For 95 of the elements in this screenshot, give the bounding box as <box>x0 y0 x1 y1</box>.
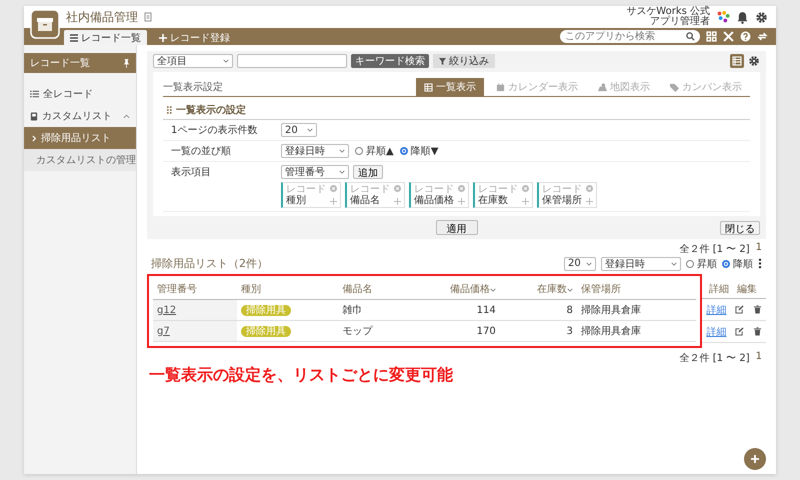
column-header[interactable]: 在庫数 <box>500 279 577 300</box>
caret-icon <box>671 262 677 266</box>
order-radio[interactable]: 降順 <box>722 256 753 270</box>
detail-link[interactable]: 詳細 <box>706 302 726 316</box>
caret-icon <box>307 128 313 132</box>
add-button[interactable]: 追加 <box>353 165 383 179</box>
sort-caret-icon[interactable] <box>490 288 496 292</box>
page-link[interactable]: 1 <box>756 242 762 256</box>
edit-icon[interactable] <box>734 305 744 314</box>
settings-icon[interactable] <box>755 10 768 24</box>
list-view-icon[interactable] <box>730 54 744 68</box>
settings-icon[interactable] <box>748 55 760 67</box>
chevron-icon <box>32 134 37 142</box>
plus-icon <box>750 454 760 464</box>
column-select[interactable]: 管理番号 <box>281 165 349 179</box>
sidebar-item[interactable]: カスタムリストの管理 <box>24 149 136 171</box>
pin-icon[interactable] <box>123 58 130 68</box>
apply-button[interactable]: 適用 <box>436 220 478 235</box>
table-cell: 掃除用具倉庫 <box>580 326 641 337</box>
close-button[interactable]: 閉じる <box>720 220 760 234</box>
keyword-search-button[interactable]: キーワード検索 <box>351 54 429 68</box>
table-cell: 114 <box>476 304 496 316</box>
grip-icon <box>167 106 172 114</box>
record-id-link[interactable]: g12 <box>157 304 176 316</box>
table-cell: 3 <box>566 326 573 336</box>
dots-logo-icon <box>716 10 730 24</box>
order-radio[interactable]: 昇順 <box>686 256 717 270</box>
table-cell: 8 <box>566 304 573 316</box>
add-fab[interactable] <box>744 448 766 470</box>
order-radio[interactable]: 降順▼ <box>400 144 438 158</box>
caret-icon <box>586 262 592 266</box>
per-page-select[interactable]: 20 <box>281 123 317 137</box>
record-id-link[interactable]: g7 <box>157 326 170 336</box>
list-icon <box>70 34 78 42</box>
calendar-icon <box>496 82 505 92</box>
sort-select[interactable]: 登録日時 <box>601 256 681 270</box>
edit-icon[interactable] <box>734 327 744 336</box>
field-label: 表示項目 <box>171 166 212 179</box>
more-icon[interactable] <box>758 258 762 269</box>
column-header: 備品名 <box>338 279 406 300</box>
bell-icon[interactable] <box>736 10 749 24</box>
sort-select[interactable]: 登録日時 <box>281 144 349 158</box>
app-title: 社内備品管理 <box>66 8 138 26</box>
caret-icon <box>339 149 345 153</box>
company-name: サスケWorks 公式 <box>626 7 710 17</box>
field-select[interactable]: 全項目 <box>153 54 233 68</box>
plus-icon <box>159 34 167 42</box>
table-icon <box>424 82 433 92</box>
trash-icon[interactable] <box>752 305 762 314</box>
sidebar-title: レコード一覧 <box>30 57 90 70</box>
annotation-text: 一覧表示の設定を、リストごとに変更可能 <box>148 365 454 386</box>
nav-tab[interactable]: レコード登録 <box>153 30 236 45</box>
record-count: 全２件 [1 〜 2] <box>680 352 750 365</box>
list-icon <box>30 90 39 98</box>
book-icon <box>30 112 38 120</box>
sidebar-item[interactable]: 掃除用品リスト <box>24 127 136 149</box>
filter-icon <box>439 58 446 64</box>
caret-icon <box>339 170 345 174</box>
category-tag: 掃除用具 <box>241 326 292 337</box>
chevron-icon <box>123 114 130 118</box>
record-count: 全２件 [1 〜 2] <box>680 243 750 256</box>
sync-icon[interactable] <box>757 31 768 42</box>
sort-caret-icon[interactable] <box>566 288 573 292</box>
table-cell: 170 <box>476 326 496 336</box>
view-tab[interactable]: 一覧表示 <box>416 78 484 96</box>
column-header: 詳細 <box>709 282 729 296</box>
page-link[interactable]: 1 <box>756 351 762 365</box>
per-page-select[interactable]: 20 <box>564 256 596 270</box>
column-header: 編集 <box>737 282 757 296</box>
table-cell: 掃除用具倉庫 <box>580 305 641 316</box>
table-cell: 雑巾 <box>342 305 363 316</box>
column-header: 保管場所 <box>576 279 696 300</box>
order-radio[interactable]: 昇順▲ <box>355 144 394 158</box>
field-label: 1ページの表示件数 <box>171 124 258 137</box>
section-heading: 一覧表示の設定 <box>163 97 750 120</box>
sidebar-item[interactable]: カスタムリスト <box>24 105 136 127</box>
grid-squares-icon[interactable] <box>706 31 717 42</box>
column-header: 種別 <box>237 279 339 300</box>
category-tag: 掃除用具 <box>241 305 292 316</box>
table-cell: モップ <box>342 326 373 337</box>
keyword-input[interactable] <box>237 54 347 68</box>
document-icon[interactable] <box>144 12 152 22</box>
list-title: 掃除用品リスト（2件） <box>151 256 268 271</box>
settings-title: 一覧表示設定 <box>163 80 223 95</box>
sidebar-item[interactable]: 全レコード <box>24 83 136 105</box>
field-label: 一覧の並び順 <box>171 145 232 158</box>
search-icon <box>686 32 695 41</box>
detail-link[interactable]: 詳細 <box>706 324 726 338</box>
caret-icon <box>223 59 229 63</box>
trash-icon[interactable] <box>752 327 762 336</box>
nav-tab[interactable]: レコード一覧 <box>64 30 147 45</box>
column-header[interactable]: 備品価格 <box>405 279 500 300</box>
filter-button[interactable]: 絞り込み <box>433 54 495 68</box>
help-icon[interactable] <box>740 31 751 42</box>
user-role[interactable]: アプリ管理者 <box>650 17 710 27</box>
